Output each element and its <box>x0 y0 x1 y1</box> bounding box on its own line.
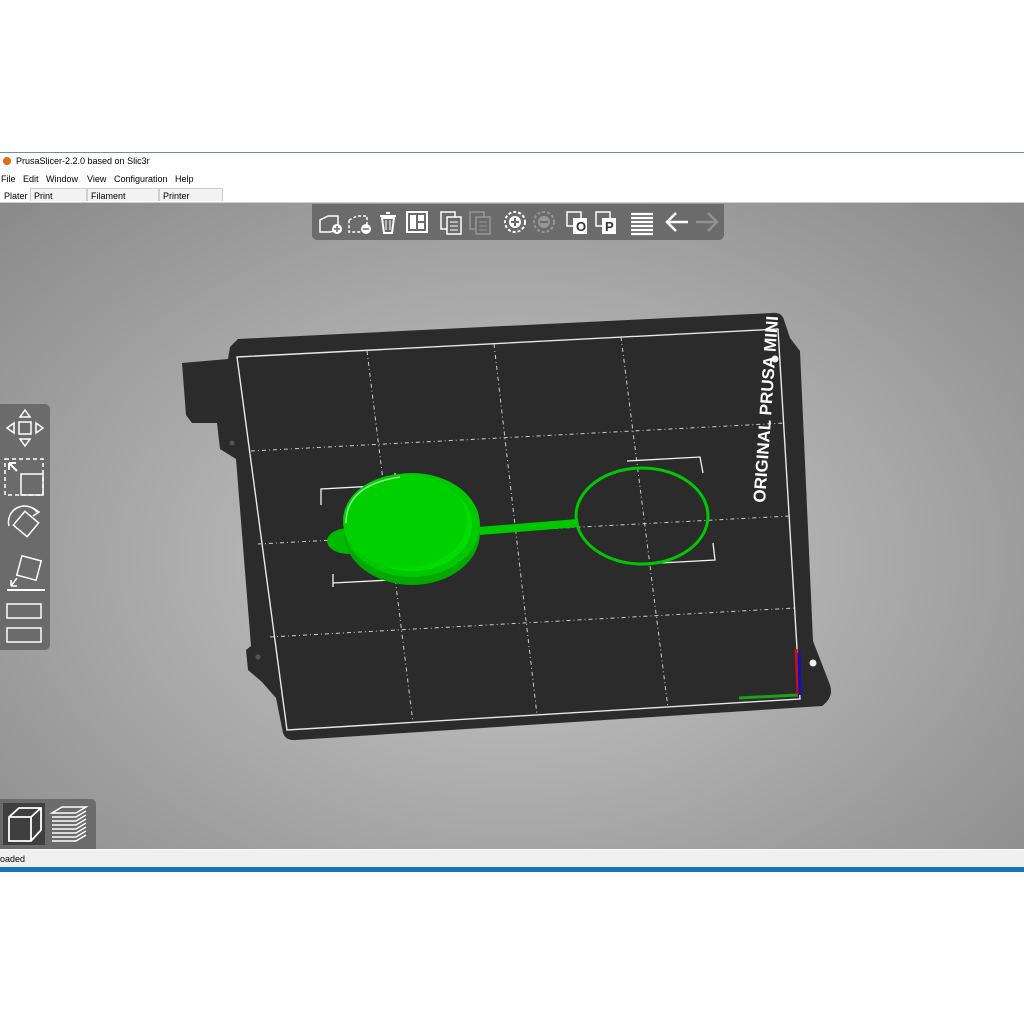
menu-edit[interactable]: Edit <box>23 174 39 184</box>
tab-print-settings[interactable]: Print Settings <box>30 188 87 213</box>
undo-icon[interactable] <box>664 208 690 236</box>
status-text: oaded <box>0 854 26 864</box>
3d-scene-viewport[interactable]: ORIGINAL PRUSA MINI O P <box>0 203 1024 849</box>
split-parts-icon[interactable]: P <box>594 208 620 236</box>
tab-plater[interactable]: Plater <box>0 188 28 201</box>
svg-text:P: P <box>605 219 614 234</box>
preview-icon[interactable] <box>48 803 90 845</box>
add-icon[interactable] <box>316 208 342 236</box>
menu-bar: File Edit Window View Configuration Help <box>0 172 1024 187</box>
menu-configuration[interactable]: Configuration <box>114 174 168 184</box>
window-title: PrusaSlicer-2.2.0 based on Slic3r <box>16 156 150 166</box>
top-toolbar: O P <box>312 204 724 240</box>
app-window: PrusaSlicer-2.2.0 based on Slic3r File E… <box>0 152 1024 873</box>
move-icon[interactable] <box>3 407 47 449</box>
layers-editing-icon[interactable] <box>629 208 655 236</box>
cut-icon[interactable] <box>3 600 47 622</box>
scene-canvas: ORIGINAL PRUSA MINI <box>182 312 831 741</box>
paste-icon[interactable] <box>467 208 493 236</box>
tab-bar: Plater Print Settings Filament Settings … <box>0 187 1024 213</box>
progress-accent-bar <box>0 867 1024 872</box>
tab-filament-settings[interactable]: Filament Settings <box>87 188 159 213</box>
place-on-face-icon[interactable] <box>3 552 47 594</box>
status-bar: oaded <box>0 850 1024 867</box>
left-gizmo-toolbar <box>0 404 50 650</box>
copy-icon[interactable] <box>438 208 464 236</box>
arrange-icon[interactable] <box>404 208 430 236</box>
title-bar: PrusaSlicer-2.2.0 based on Slic3r <box>0 153 1024 171</box>
scale-icon[interactable] <box>3 456 47 498</box>
menu-window[interactable]: Window <box>46 174 78 184</box>
add-instance-icon[interactable] <box>502 208 528 236</box>
remove-instance-icon[interactable] <box>531 208 557 236</box>
menu-file[interactable]: File <box>1 174 16 184</box>
app-logo-icon <box>3 157 11 165</box>
menu-help[interactable]: Help <box>175 174 194 184</box>
sla-support-icon[interactable] <box>3 624 47 646</box>
tab-printer-settings[interactable]: Printer Settings <box>159 188 223 213</box>
delete-icon[interactable] <box>345 208 371 236</box>
redo-icon[interactable] <box>694 208 720 236</box>
svg-text:O: O <box>576 219 586 234</box>
3d-view-icon[interactable] <box>3 803 45 845</box>
delete-all-icon[interactable] <box>375 208 401 236</box>
view-toolbar <box>0 799 96 849</box>
menu-view[interactable]: View <box>87 174 106 184</box>
split-objects-icon[interactable]: O <box>565 208 591 236</box>
rotate-icon[interactable] <box>3 504 47 546</box>
